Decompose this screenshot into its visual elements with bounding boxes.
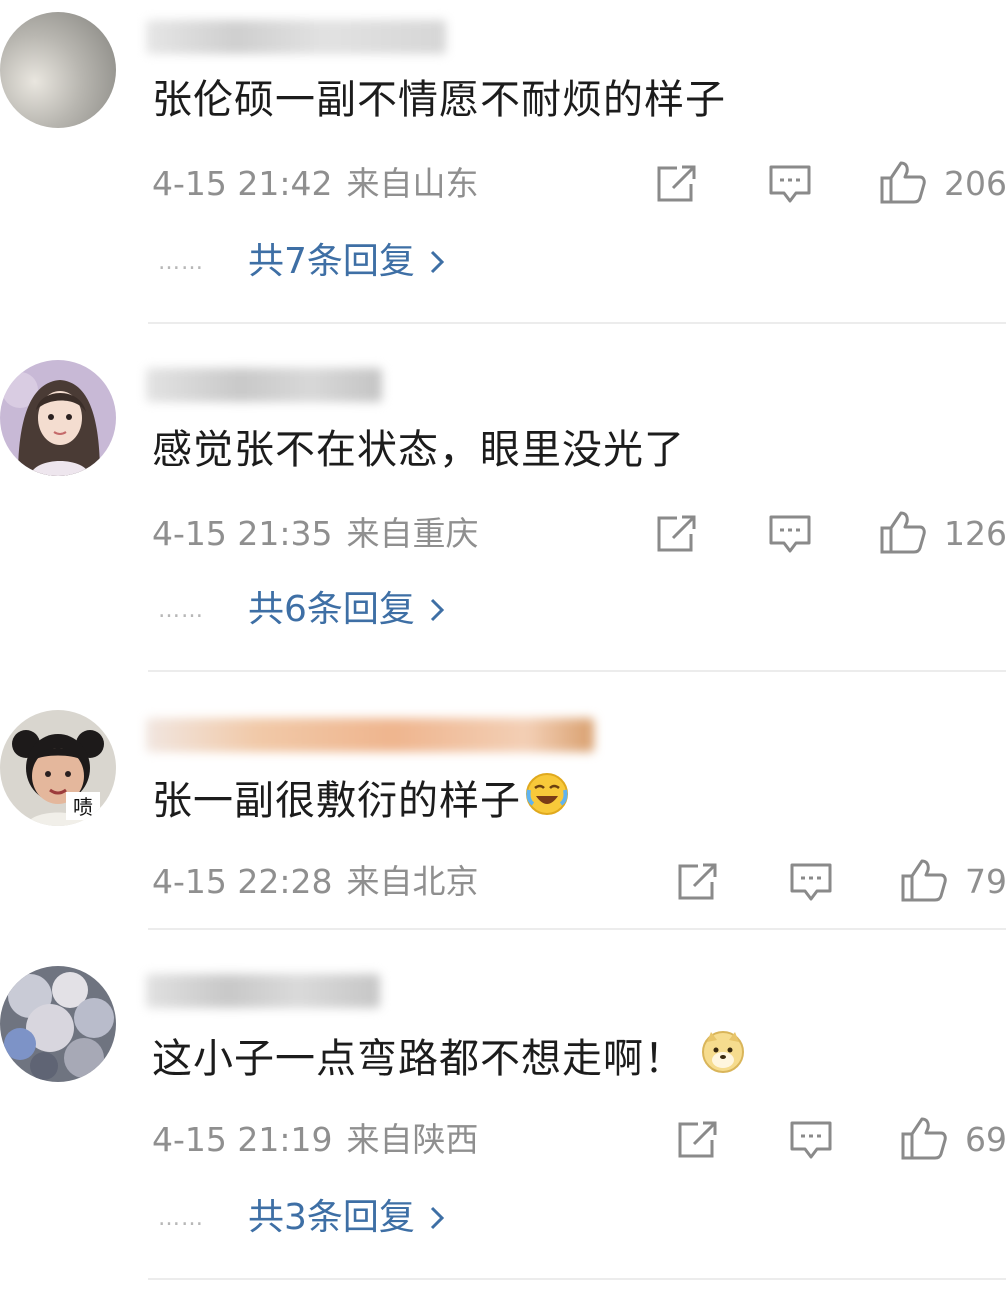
comment-text-content: 这小子一点弯路都不想走啊！ — [152, 1035, 685, 1082]
divider — [148, 322, 1006, 324]
user-avatar[interactable] — [0, 966, 116, 1082]
comment-text: 张伦硕一副不情愿不耐烦的样子 — [152, 77, 726, 123]
comment-icon — [769, 515, 811, 553]
share-icon — [657, 515, 696, 552]
share-button[interactable] — [676, 862, 718, 902]
thumbs-up-icon — [901, 1117, 947, 1160]
comment-icon — [790, 1121, 832, 1159]
comment-icon — [790, 863, 832, 901]
laugh-cry-emoji-icon — [525, 772, 569, 829]
divider — [148, 1278, 1006, 1280]
like-button[interactable] — [880, 160, 926, 204]
comment-location: 来自北京 — [346, 862, 479, 901]
comment-button[interactable] — [789, 1120, 833, 1162]
user-avatar[interactable] — [0, 12, 116, 128]
comment-icon — [769, 165, 811, 203]
reply-dots: …… — [158, 597, 204, 623]
share-icon — [678, 863, 717, 900]
share-icon — [657, 165, 696, 202]
girl-sticker-avatar-icon: 啧 — [0, 710, 116, 826]
view-replies-link[interactable]: …… 共3条回复 — [158, 1196, 445, 1240]
reply-count-label: 共7条回复 — [248, 241, 415, 282]
view-replies-link[interactable]: …… 共7条回复 — [158, 240, 445, 284]
chevron-right-icon — [430, 598, 445, 622]
comment-meta: 4-15 21:35 来自重庆 — [152, 514, 479, 554]
like-count: 79 — [965, 862, 1006, 901]
girl-portrait-avatar-icon — [0, 360, 116, 476]
comment-meta: 4-15 21:42 来自山东 — [152, 164, 479, 204]
user-avatar[interactable]: 啧 — [0, 710, 116, 826]
comment-location: 来自陕西 — [346, 1120, 479, 1159]
comment-location: 来自重庆 — [346, 514, 479, 553]
comment-text: 感觉张不在状态，眼里没光了 — [152, 427, 685, 473]
reply-count-label: 共6条回复 — [248, 589, 415, 630]
comment-location: 来自山东 — [346, 164, 479, 203]
blossom-avatar-icon — [0, 966, 116, 1082]
thumbs-up-icon — [880, 161, 926, 204]
divider — [148, 928, 1006, 930]
comment-text-content: 张一副很敷衍的样子 — [152, 777, 521, 824]
thumbs-up-icon — [880, 511, 926, 554]
username-blurred[interactable] — [146, 718, 594, 752]
comment-date: 4-15 21:35 — [152, 514, 333, 553]
reply-count-label: 共3条回复 — [248, 1197, 415, 1238]
comment-button[interactable] — [768, 514, 812, 556]
comment-meta: 4-15 22:28 来自北京 — [152, 862, 479, 902]
reply-dots: …… — [158, 249, 204, 275]
username-blurred[interactable] — [146, 974, 380, 1008]
like-count: 206 — [944, 164, 1006, 203]
like-count: 126 — [944, 514, 1006, 553]
comment-text: 张一副很敷衍的样子 — [152, 772, 569, 829]
comment-meta: 4-15 21:19 来自陕西 — [152, 1120, 479, 1160]
like-button[interactable] — [901, 1116, 947, 1160]
chevron-right-icon — [430, 250, 445, 274]
comment-date: 4-15 22:28 — [152, 862, 333, 901]
share-button[interactable] — [655, 514, 697, 554]
username-blurred[interactable] — [146, 20, 446, 54]
thumbs-up-icon — [901, 859, 947, 902]
user-avatar[interactable] — [0, 360, 116, 476]
username-blurred[interactable] — [146, 368, 382, 402]
like-count: 69 — [965, 1120, 1006, 1159]
share-button[interactable] — [676, 1120, 718, 1160]
reply-dots: …… — [158, 1205, 204, 1231]
share-button[interactable] — [655, 164, 697, 204]
like-button[interactable] — [880, 510, 926, 554]
comment-button[interactable] — [768, 164, 812, 206]
comment-text: 这小子一点弯路都不想走啊！ — [152, 1030, 745, 1087]
chevron-right-icon — [430, 1206, 445, 1230]
sky-avatar-icon — [0, 12, 116, 128]
divider — [148, 670, 1006, 672]
share-icon — [678, 1121, 717, 1158]
comment-date: 4-15 21:19 — [152, 1120, 333, 1159]
view-replies-link[interactable]: …… 共6条回复 — [158, 588, 445, 632]
doge-emoji-icon — [701, 1030, 745, 1087]
avatar-label: 啧 — [73, 795, 93, 819]
comment-date: 4-15 21:42 — [152, 164, 333, 203]
comment-button[interactable] — [789, 862, 833, 904]
like-button[interactable] — [901, 858, 947, 902]
